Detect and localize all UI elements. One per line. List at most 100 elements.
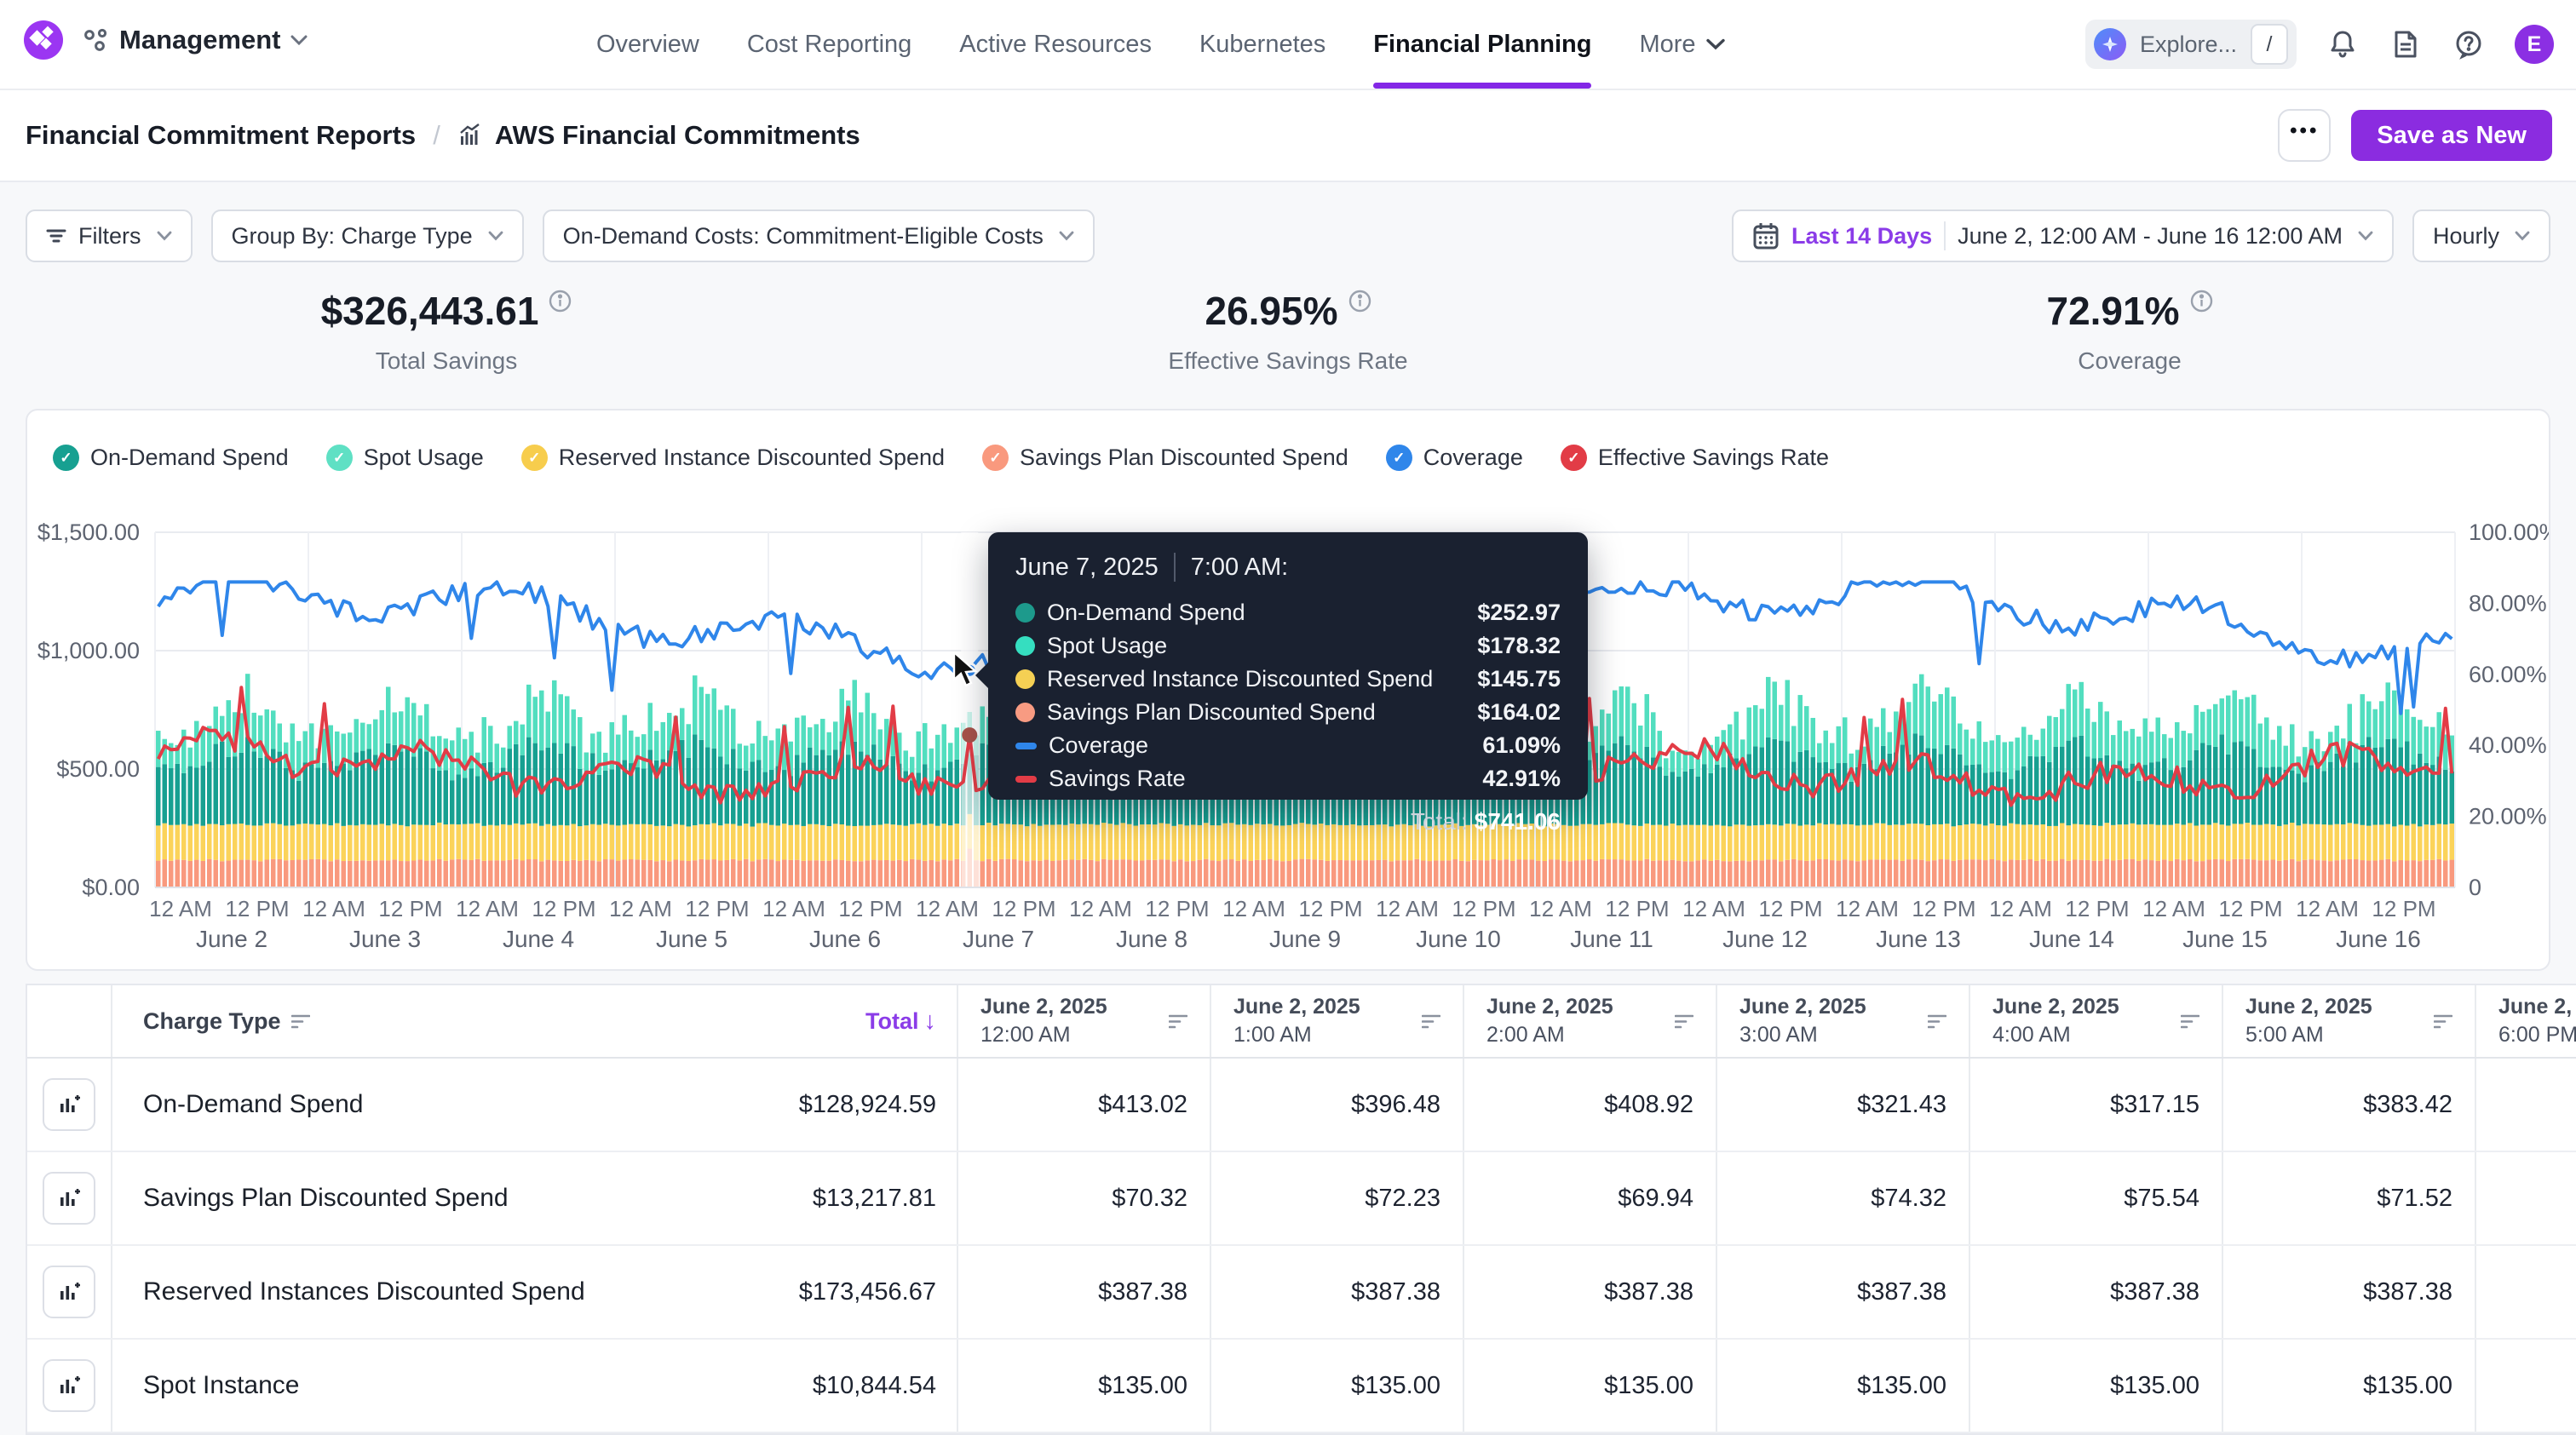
- user-avatar[interactable]: E: [2515, 25, 2554, 64]
- breadcrumb-parent[interactable]: Financial Commitment Reports: [26, 120, 416, 151]
- svg-text:12 PM: 12 PM: [838, 896, 902, 921]
- info-icon[interactable]: [1348, 290, 1371, 313]
- svg-text:12 AM: 12 AM: [916, 896, 979, 921]
- value-cell: $387.38: [1464, 1246, 1717, 1338]
- calendar-icon: [1752, 221, 1780, 250]
- granularity-select[interactable]: Hourly: [2412, 210, 2550, 262]
- top-navigation: Management Overview Cost Reporting Active …: [0, 0, 2576, 90]
- value-cell: $383.42: [2223, 1059, 2476, 1151]
- explore-placeholder: Explore...: [2140, 32, 2237, 58]
- info-icon[interactable]: [549, 290, 572, 313]
- svg-text:12 PM: 12 PM: [685, 896, 749, 921]
- info-icon[interactable]: [2190, 290, 2213, 313]
- tab-kubernetes[interactable]: Kubernetes: [1199, 0, 1325, 89]
- date-range-picker[interactable]: Last 14 Days June 2, 12:00 AM - June 16 …: [1732, 210, 2394, 262]
- mouse-cursor: [952, 652, 985, 690]
- svg-text:12 PM: 12 PM: [1605, 896, 1669, 921]
- svg-text:12 PM: 12 PM: [1298, 896, 1362, 921]
- legend-item-coverage[interactable]: ✓Coverage: [1386, 445, 1523, 471]
- group-by-select[interactable]: Group By: Charge Type: [211, 210, 524, 262]
- kpi-label: Coverage: [1709, 347, 2550, 375]
- tab-financial-planning[interactable]: Financial Planning: [1373, 0, 1591, 89]
- svg-text:12 PM: 12 PM: [1912, 896, 1975, 921]
- total-cell: $173,456.67: [677, 1246, 958, 1338]
- total-header[interactable]: Total↓: [677, 985, 958, 1057]
- svg-text:12 AM: 12 AM: [762, 896, 825, 921]
- legend-item-savings-plan-discounted-spend[interactable]: ✓Savings Plan Discounted Spend: [982, 445, 1348, 471]
- time-column-header-partial[interactable]: June 2,6:00 PM: [2476, 985, 2576, 1057]
- date-range-label: June 2, 12:00 AM - June 16 12:00 AM: [1958, 223, 2343, 250]
- add-to-chart-button[interactable]: [43, 1078, 95, 1131]
- value-cell: $75.54: [1970, 1152, 2223, 1244]
- svg-text:12 PM: 12 PM: [1145, 896, 1209, 921]
- time-column-header-0[interactable]: June 2, 202512:00 AM: [958, 985, 1211, 1057]
- time-column-header-3[interactable]: June 2, 20253:00 AM: [1717, 985, 1970, 1057]
- time-column-header-1[interactable]: June 2, 20251:00 AM: [1211, 985, 1464, 1057]
- total-cell: $10,844.54: [677, 1340, 958, 1432]
- kpi-label: Effective Savings Rate: [867, 347, 1709, 375]
- tab-overview[interactable]: Overview: [596, 0, 699, 89]
- legend-item-reserved-instance-discounted-spend[interactable]: ✓Reserved Instance Discounted Spend: [521, 445, 945, 471]
- costs-mode-select[interactable]: On-Demand Costs: Commitment-Eligible Cos…: [543, 210, 1095, 262]
- table-header-row: Charge TypeTotal↓June 2, 202512:00 AMJun…: [27, 985, 2576, 1059]
- page-header: Financial Commitment Reports / AWS Finan…: [0, 90, 2576, 182]
- tooltip-total-value: $741.06: [1475, 808, 1561, 835]
- value-cell-empty: [2476, 1059, 2576, 1151]
- financial-planning-page: { "brand": {"name": "Management"}, "topn…: [0, 0, 2576, 1426]
- tab-active-resources[interactable]: Active Resources: [959, 0, 1152, 89]
- workspace-brand[interactable]: Management: [24, 20, 308, 60]
- chevron-down-icon: [2358, 231, 2373, 241]
- filters-button[interactable]: Filters: [26, 210, 193, 262]
- svg-text:12 PM: 12 PM: [2065, 896, 2129, 921]
- time-column-header-4[interactable]: June 2, 20254:00 AM: [1970, 985, 2223, 1057]
- more-actions-button[interactable]: •••: [2278, 109, 2331, 162]
- svg-text:12 AM: 12 AM: [1376, 896, 1439, 921]
- date-preset-label: Last 14 Days: [1791, 223, 1932, 250]
- table-row-spot-instance: Spot Instance$10,844.54$135.00$135.00$13…: [27, 1340, 2576, 1433]
- svg-text:12 AM: 12 AM: [1069, 896, 1132, 921]
- legend-label: Effective Savings Rate: [1598, 445, 1829, 471]
- add-to-chart-button[interactable]: [43, 1359, 95, 1412]
- svg-text:12 AM: 12 AM: [609, 896, 672, 921]
- svg-text:June 6: June 6: [809, 926, 881, 952]
- legend-item-on-demand-spend[interactable]: ✓On-Demand Spend: [53, 445, 289, 471]
- primary-tabs: Overview Cost Reporting Active Resources Ku…: [596, 0, 1725, 89]
- svg-text:June 15: June 15: [2182, 926, 2268, 952]
- kpi-label: Total Savings: [26, 347, 867, 375]
- series-dot-icon: [1015, 636, 1035, 656]
- chart-legend: ✓On-Demand Spend ✓Spot Usage ✓Reserved Ins…: [53, 445, 1829, 471]
- kpi-summary: $326,443.61 Total Savings 26.95% Effecti…: [26, 288, 2550, 375]
- svg-text:0: 0: [2469, 875, 2481, 900]
- add-to-chart-button[interactable]: [43, 1172, 95, 1225]
- legend-label: Reserved Instance Discounted Spend: [559, 445, 945, 471]
- time-column-header-5[interactable]: June 2, 20255:00 AM: [2223, 985, 2476, 1057]
- svg-text:June 14: June 14: [2029, 926, 2114, 952]
- time-column-header-2[interactable]: June 2, 20252:00 AM: [1464, 985, 1717, 1057]
- report-chart-icon: [457, 123, 483, 148]
- svg-text:12 PM: 12 PM: [1758, 896, 1822, 921]
- value-cell: $135.00: [1970, 1340, 2223, 1432]
- slash-shortcut-badge: /: [2251, 24, 2288, 65]
- svg-text:12 PM: 12 PM: [2372, 896, 2435, 921]
- notifications-bell-icon[interactable]: [2326, 27, 2360, 61]
- value-cell-empty: [2476, 1246, 2576, 1338]
- docs-icon[interactable]: [2389, 27, 2423, 61]
- help-icon[interactable]: [2452, 27, 2486, 61]
- svg-text:12 PM: 12 PM: [532, 896, 595, 921]
- add-to-chart-button[interactable]: [43, 1266, 95, 1318]
- chart-tooltip: June 7, 2025 7:00 AM: On-Demand Spend$25…: [988, 532, 1588, 800]
- svg-text:June 5: June 5: [656, 926, 727, 952]
- tab-more[interactable]: More: [1639, 0, 1724, 89]
- legend-item-effective-savings-rate[interactable]: ✓Effective Savings Rate: [1561, 445, 1829, 471]
- legend-item-spot-usage[interactable]: ✓Spot Usage: [326, 445, 484, 471]
- vantage-logo-icon: [24, 20, 63, 60]
- explore-search[interactable]: Explore... /: [2085, 20, 2297, 69]
- org-icon: [82, 26, 109, 54]
- value-cell: $74.32: [1717, 1152, 1970, 1244]
- value-cell: $135.00: [1717, 1340, 1970, 1432]
- charge-type-header[interactable]: Charge Type: [112, 985, 677, 1057]
- tab-cost-reporting[interactable]: Cost Reporting: [747, 0, 911, 89]
- value-cell: $387.38: [1211, 1246, 1464, 1338]
- save-as-new-button[interactable]: Save as New: [2351, 110, 2552, 161]
- sort-desc-icon: ↓: [924, 1007, 937, 1036]
